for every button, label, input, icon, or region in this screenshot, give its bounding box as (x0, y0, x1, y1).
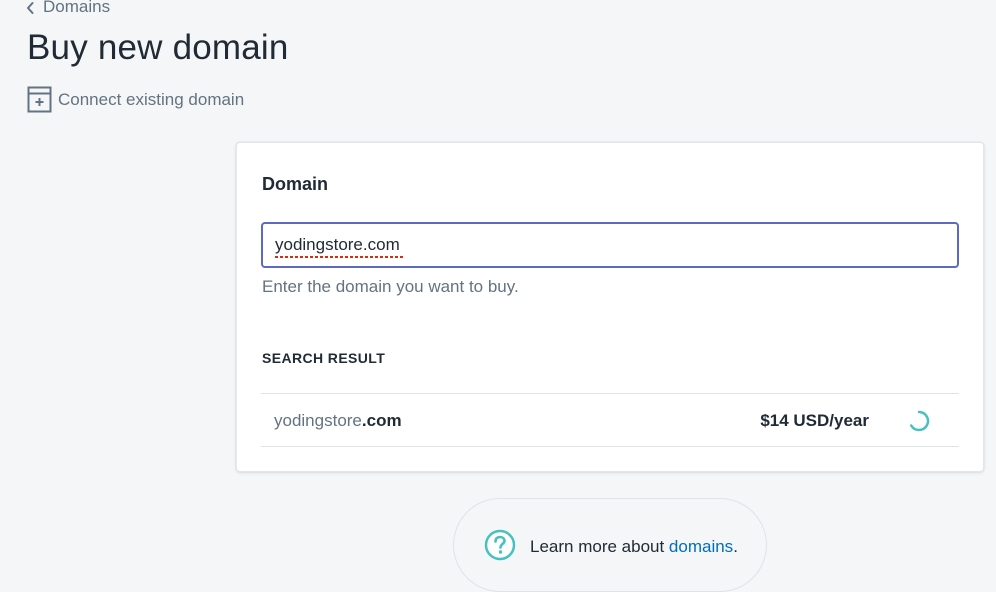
domain-card: Domain Enter the domain you want to buy.… (236, 142, 984, 472)
connect-existing-label: Connect existing domain (58, 89, 245, 109)
search-result-heading: SEARCH RESULT (262, 350, 386, 366)
page-title: Buy new domain (27, 28, 289, 67)
breadcrumb[interactable]: Domains (25, 0, 110, 17)
question-circle-icon (484, 529, 516, 561)
domain-search-input[interactable] (261, 222, 959, 268)
result-domain: yodingstore.com (274, 411, 402, 431)
result-domain-name: yodingstore (274, 411, 362, 430)
input-help-text: Enter the domain you want to buy. (262, 277, 519, 296)
domain-connect-icon (27, 86, 52, 113)
learn-more-suffix: . (733, 537, 738, 556)
result-price: $14 USD/year (760, 411, 869, 430)
learn-more-callout: Learn more about domains. (453, 498, 767, 592)
chevron-left-icon (25, 0, 35, 14)
connect-existing-domain-button[interactable]: Connect existing domain (27, 86, 244, 113)
search-result-row[interactable]: yodingstore.com $14 USD/year (261, 393, 959, 447)
learn-more-prefix: Learn more about (530, 537, 669, 556)
card-title: Domain (262, 174, 329, 194)
domains-help-link[interactable]: domains (669, 537, 733, 556)
result-domain-tld: .com (361, 411, 402, 430)
loading-spinner-icon (908, 410, 930, 432)
breadcrumb-label[interactable]: Domains (43, 0, 110, 17)
learn-more-text: Learn more about domains. (530, 537, 738, 557)
